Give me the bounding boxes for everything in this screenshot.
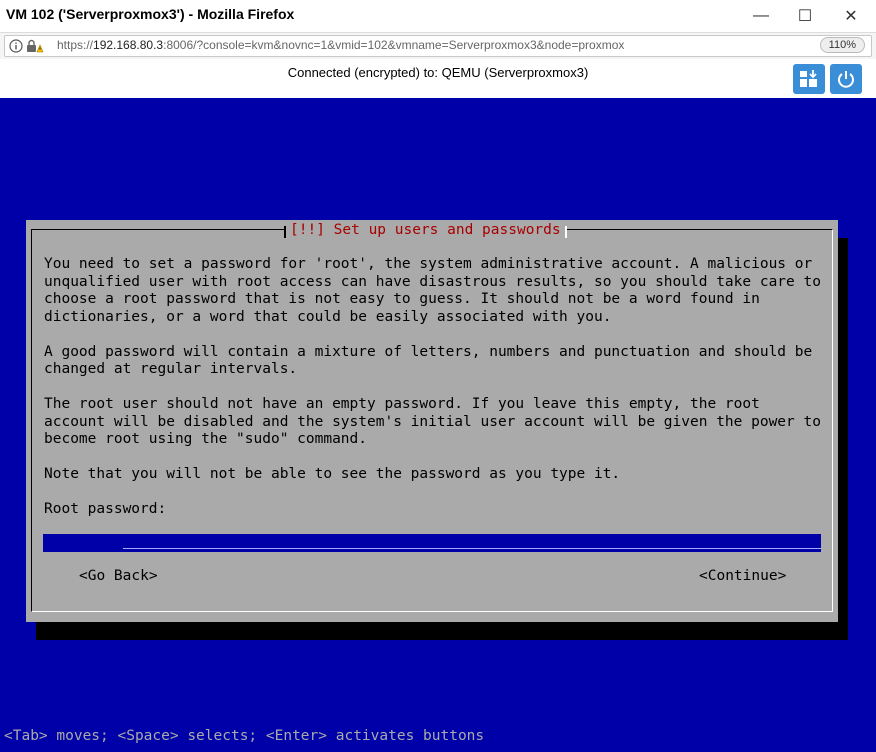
root-password-label: Root password: bbox=[44, 501, 167, 517]
dialog-text-line: dictionaries, or a word that could be ea… bbox=[44, 308, 612, 325]
maximize-button[interactable]: ☐ bbox=[782, 0, 828, 32]
dialog-text-line: become root using the "sudo" command. bbox=[44, 431, 368, 447]
url-rest: :8006/?console=kvm&novnc=1&vmid=102&vmna… bbox=[163, 38, 625, 52]
continue-button[interactable]: <Continue> bbox=[699, 568, 786, 584]
dialog-text-line: changed at regular intervals. bbox=[44, 361, 298, 377]
window-title: VM 102 ('Serverproxmox3') - Mozilla Fire… bbox=[6, 6, 295, 22]
go-back-button[interactable]: <Go Back> bbox=[79, 568, 158, 584]
close-window-button[interactable]: ✕ bbox=[828, 0, 874, 32]
info-icon[interactable] bbox=[9, 39, 23, 53]
dialog-title: [!!] Set up users and passwords bbox=[284, 220, 567, 240]
root-password-input[interactable]: ******** bbox=[43, 534, 821, 552]
keyboard-hint: <Tab> moves; <Space> selects; <Enter> ac… bbox=[4, 728, 485, 744]
site-identity[interactable] bbox=[9, 38, 44, 54]
power-icon bbox=[838, 71, 854, 88]
dialog-text-line: account will be disabled and the system'… bbox=[44, 413, 821, 430]
dialog-text-line: unqualified user with root access can ha… bbox=[44, 273, 821, 290]
zoom-indicator[interactable]: 110% bbox=[819, 37, 865, 53]
url-text[interactable]: https://192.168.80.3:8006/?console=kvm&n… bbox=[57, 38, 624, 52]
url-scheme: https:// bbox=[57, 38, 94, 52]
novnc-power-button[interactable] bbox=[830, 64, 862, 94]
novnc-status-bar: Connected (encrypted) to: QEMU (Serverpr… bbox=[0, 59, 876, 99]
insecure-lock-icon[interactable] bbox=[26, 39, 44, 53]
dialog-text-line: choose a root password that is not easy … bbox=[44, 291, 760, 307]
connection-status: Connected (encrypted) to: QEMU (Serverpr… bbox=[287, 65, 589, 80]
url-host: 192.168.80.3 bbox=[93, 38, 164, 52]
input-underline bbox=[123, 548, 821, 549]
dialog-text-line: A good password will contain a mixture o… bbox=[44, 343, 813, 360]
novnc-settings-button[interactable] bbox=[793, 64, 825, 94]
vm-console-screen[interactable]: [!!] Set up users and passwords You need… bbox=[0, 98, 876, 752]
minimize-button[interactable]: — bbox=[738, 0, 784, 32]
dialog-text-line: Note that you will not be able to see th… bbox=[44, 466, 621, 482]
keyboard-arrows-icon bbox=[800, 70, 817, 87]
address-bar[interactable]: https://192.168.80.3:8006/?console=kvm&n… bbox=[4, 35, 872, 57]
dialog-text-line: The root user should not have an empty p… bbox=[44, 396, 760, 412]
window-titlebar: VM 102 ('Serverproxmox3') - Mozilla Fire… bbox=[0, 0, 876, 32]
navigation-bar: https://192.168.80.3:8006/?console=kvm&n… bbox=[0, 32, 876, 60]
installer-dialog: [!!] Set up users and passwords You need… bbox=[26, 220, 838, 622]
dialog-text-line: You need to set a password for 'root', t… bbox=[44, 256, 813, 272]
